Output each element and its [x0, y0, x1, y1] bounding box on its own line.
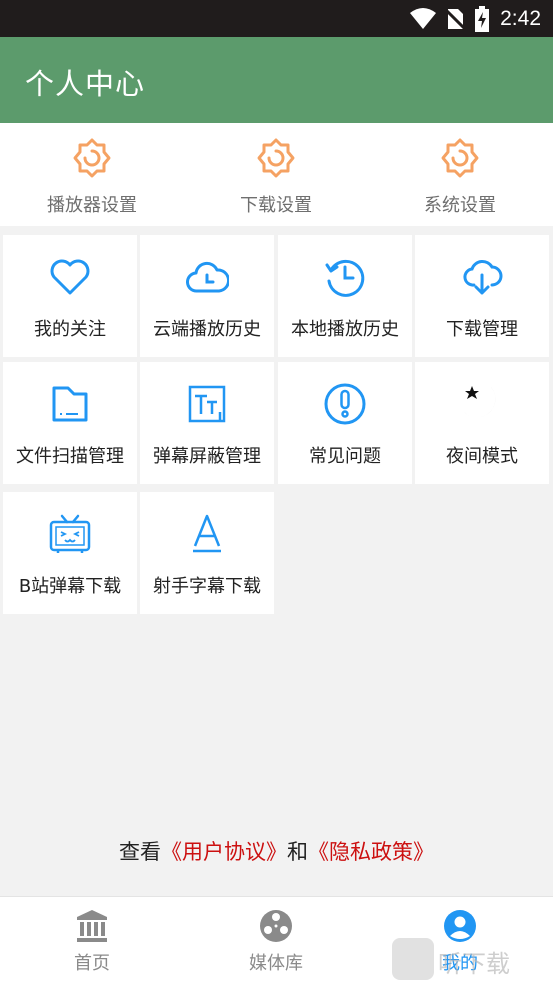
cloud-clock-icon	[186, 261, 229, 293]
history-clock-icon	[325, 259, 365, 297]
gear-icon	[73, 138, 111, 178]
user-agreement-link[interactable]: 《用户协议》	[161, 840, 287, 864]
grid-item-bilibili-danmaku[interactable]: B站弹幕下载	[3, 492, 137, 614]
grid-item-label: 射手字幕下载	[153, 576, 261, 597]
setting-label: 播放器设置	[47, 195, 137, 216]
grid-item-label: 我的关注	[34, 319, 106, 340]
cloud-download-icon	[463, 260, 503, 295]
grid-item-local-history[interactable]: 本地播放历史	[278, 235, 412, 357]
nav-media-library[interactable]: 媒体库	[184, 897, 368, 984]
player-settings-button[interactable]: 播放器设置	[0, 123, 184, 226]
grid-item-my-follows[interactable]: 我的关注	[3, 235, 137, 357]
app-bar: 个人中心	[0, 37, 553, 123]
watermark: 听下载	[392, 938, 553, 983]
grid-item-label: 常见问题	[309, 446, 381, 467]
status-icons: 2:42	[410, 0, 541, 37]
grid-item-label: 云端播放历史	[153, 319, 261, 340]
watermark-logo	[392, 938, 434, 980]
grid-item-label: 弹幕屏蔽管理	[153, 446, 261, 467]
grid-item-download-manager[interactable]: 下载管理	[415, 235, 549, 357]
status-bar: 2:42	[0, 0, 553, 37]
grid-item-danmaku-block[interactable]: 弹幕屏蔽管理	[140, 362, 274, 484]
gear-icon	[257, 138, 295, 178]
setting-label: 下载设置	[240, 195, 312, 216]
grid-item-label: 下载管理	[446, 319, 518, 340]
gear-icon	[441, 138, 479, 178]
status-time: 2:42	[500, 6, 541, 30]
heart-icon	[50, 259, 90, 295]
letter-a-icon	[193, 514, 221, 553]
download-settings-button[interactable]: 下载设置	[184, 123, 368, 226]
bank-icon	[77, 910, 107, 942]
grid-item-file-scan[interactable]: 文件扫描管理	[3, 362, 137, 484]
agreement-and: 和	[287, 840, 308, 864]
system-settings-button[interactable]: 系统设置	[368, 123, 552, 226]
grid-item-label: 本地播放历史	[291, 319, 399, 340]
agreement-prefix: 查看	[119, 840, 161, 864]
film-reel-icon	[260, 910, 292, 942]
grid-item-faq[interactable]: 常见问题	[278, 362, 412, 484]
no-sim-icon	[446, 8, 465, 29]
watermark-text: 听下载	[438, 950, 510, 978]
battery-charging-icon	[475, 5, 490, 32]
page-title: 个人中心	[25, 67, 146, 101]
agreement-text: 查看《用户协议》和《隐私政策》	[0, 836, 553, 866]
grid-item-night-mode[interactable]: 夜间模式	[415, 362, 549, 484]
nav-home[interactable]: 首页	[0, 897, 184, 984]
moon-icon	[464, 386, 496, 420]
folder-icon	[52, 386, 88, 422]
grid-item-label: 文件扫描管理	[16, 446, 124, 467]
settings-row: 播放器设置 下载设置 系统设置	[0, 123, 553, 226]
grid-item-subtitle-download[interactable]: 射手字幕下载	[140, 492, 274, 614]
grid-item-cloud-history[interactable]: 云端播放历史	[140, 235, 274, 357]
tv-icon	[49, 514, 91, 553]
nav-label: 媒体库	[249, 953, 303, 974]
grid-item-label: 夜间模式	[446, 446, 518, 467]
setting-label: 系统设置	[424, 195, 496, 216]
privacy-policy-link[interactable]: 《隐私政策》	[308, 840, 434, 864]
wifi-icon	[410, 7, 437, 29]
nav-label: 首页	[74, 953, 110, 974]
grid-item-label: B站弹幕下载	[18, 576, 122, 597]
exclamation-icon	[324, 383, 366, 425]
text-box-icon	[188, 385, 226, 423]
